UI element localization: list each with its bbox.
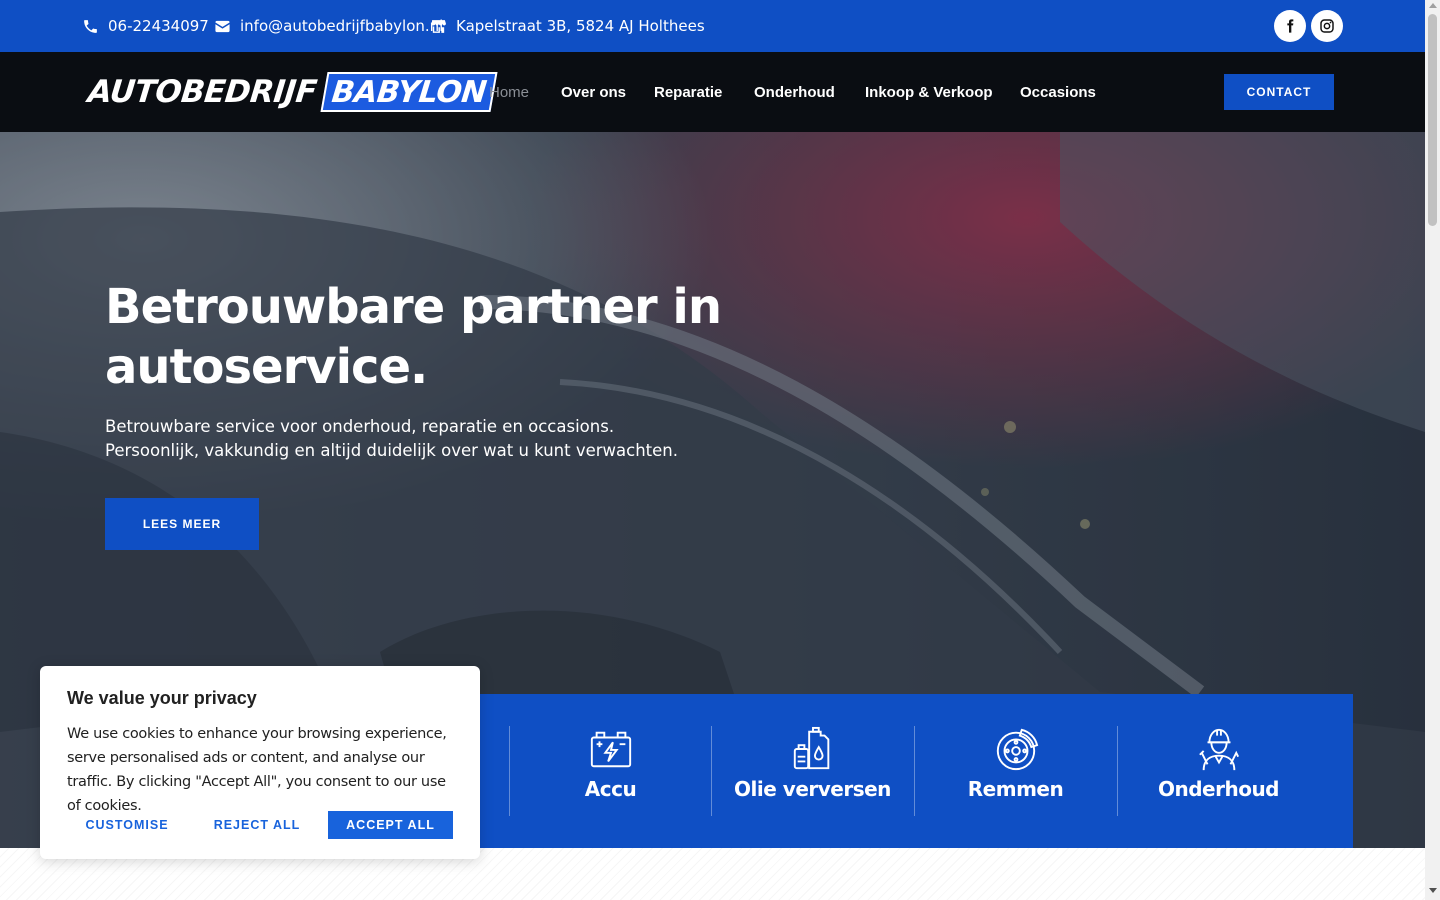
instagram-icon — [1320, 19, 1334, 33]
service-label: Olie verversen — [734, 777, 891, 801]
brake-disc-icon — [996, 728, 1038, 771]
nav-home[interactable]: Home — [489, 52, 529, 132]
nav-reparatie[interactable]: Reparatie — [654, 52, 722, 132]
nav-over-ons[interactable]: Over ons — [561, 52, 626, 132]
facebook-link[interactable] — [1274, 10, 1306, 42]
nav-inkoop-verkoop[interactable]: Inkoop & Verkoop — [865, 52, 993, 132]
nav-occasions[interactable]: Occasions — [1020, 52, 1096, 132]
email-contact[interactable]: info@autobedrijfbabylon.nl — [214, 0, 443, 52]
top-contact-bar: 06-22434097 info@autobedrijfbabylon.nl K… — [0, 0, 1425, 52]
service-accu[interactable]: Accu — [509, 726, 712, 816]
cookie-title: We value your privacy — [67, 688, 257, 708]
phone-icon — [84, 19, 97, 33]
shop-icon — [431, 19, 446, 33]
scroll-up-arrow-icon[interactable] — [1429, 3, 1437, 8]
address-text: Kapelstraat 3B, 5824 AJ Holthees — [456, 17, 705, 35]
oil-icon — [793, 726, 829, 770]
envelope-icon — [215, 20, 230, 32]
logo-text-autobedrijf: AUTOBEDRIJF — [86, 74, 319, 110]
facebook-icon — [1287, 19, 1294, 33]
battery-icon — [590, 731, 631, 768]
service-onderhoud[interactable]: Onderhoud — [1117, 726, 1320, 816]
scroll-down-arrow-icon[interactable] — [1429, 888, 1437, 893]
contact-button[interactable]: CONTACT — [1224, 74, 1334, 110]
lees-meer-button[interactable]: LEES MEER — [105, 498, 259, 550]
cookie-consent-banner: We value your privacy We use cookies to … — [40, 666, 480, 859]
service-label: Onderhoud — [1157, 777, 1280, 801]
service-label: Accu — [584, 777, 637, 801]
service-label: Remmen — [967, 777, 1064, 801]
hero-title: Betrouwbare partner in autoservice. — [105, 279, 722, 395]
service-remmen[interactable]: Remmen — [914, 726, 1117, 816]
logo-badge: BABYLON — [320, 72, 499, 112]
service-olie-verversen[interactable]: Olie verversen — [711, 726, 914, 816]
customise-button[interactable]: CUSTOMISE — [67, 811, 187, 839]
hero-subtitle-line-1: Betrouwbare service voor onderhoud, repa… — [105, 417, 615, 436]
hero-subtitle-line-2: Persoonlijk, vakkundig en altijd duideli… — [105, 441, 679, 460]
site-logo[interactable]: AUTOBEDRIJF BABYLON — [86, 72, 499, 112]
hero-subtitle: Betrouwbare service voor onderhoud, repa… — [105, 415, 705, 463]
cookie-text: We use cookies to enhance your browsing … — [67, 726, 447, 814]
phone-number: 06-22434097 — [108, 17, 209, 35]
logo-text-babylon: BABYLON — [330, 74, 489, 110]
reject-all-button[interactable]: REJECT ALL — [207, 811, 307, 839]
accept-all-button[interactable]: ACCEPT ALL — [328, 811, 453, 839]
mechanic-icon — [1198, 728, 1239, 771]
page-scrollbar-thumb[interactable] — [1428, 14, 1437, 226]
address-contact: Kapelstraat 3B, 5824 AJ Holthees — [430, 0, 705, 52]
phone-contact[interactable]: 06-22434097 — [82, 0, 209, 52]
nav-onderhoud[interactable]: Onderhoud — [754, 52, 835, 132]
email-address: info@autobedrijfbabylon.nl — [240, 17, 444, 35]
instagram-link[interactable] — [1311, 10, 1343, 42]
